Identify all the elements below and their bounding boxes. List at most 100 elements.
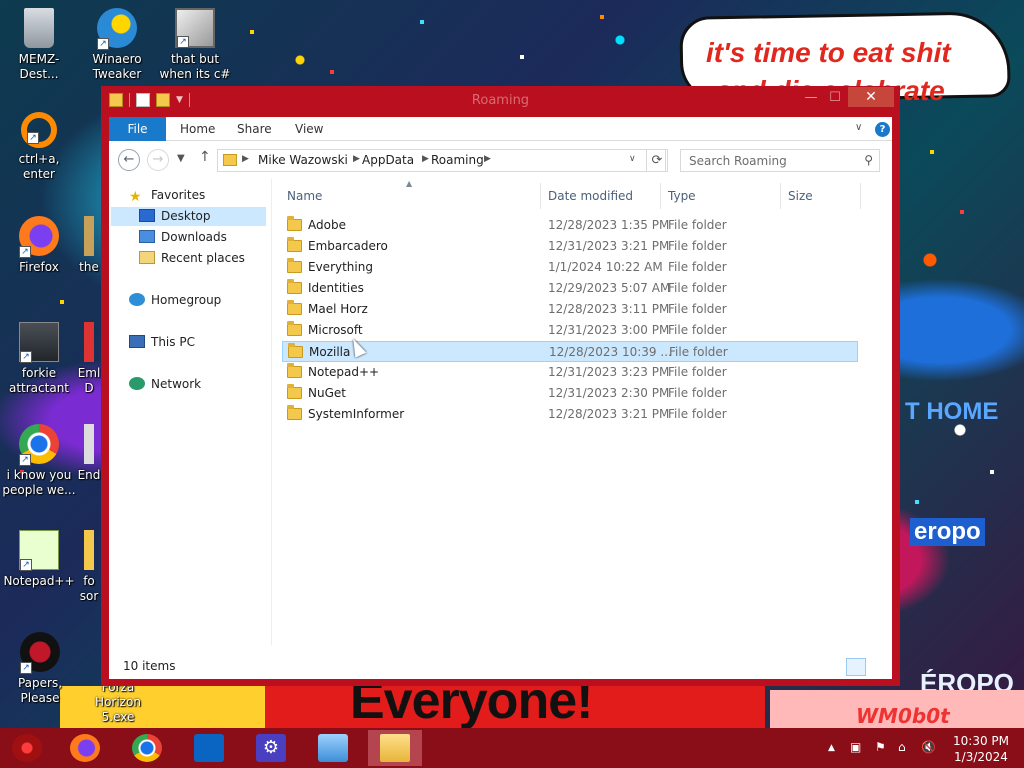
desktop-icon-label: forkie attractant bbox=[8, 366, 70, 395]
computer-icon bbox=[129, 335, 145, 348]
desktop-icon-forkie[interactable]: ↗ forkie attractant bbox=[1, 322, 77, 396]
file-row-selected[interactable]: Mozilla 12/28/2023 10:39 ... File folder bbox=[282, 341, 858, 362]
breadcrumb-mike-wazowski[interactable]: Mike Wazowski bbox=[258, 153, 348, 167]
nav-label: Downloads bbox=[161, 230, 227, 244]
address-dropdown-icon[interactable]: ∨ bbox=[629, 154, 636, 164]
show-hidden-icons[interactable]: ▲ bbox=[828, 743, 835, 753]
taskbar-settings[interactable]: ⚙ bbox=[244, 730, 298, 766]
search-box[interactable]: Search Roaming ⚲ bbox=[680, 149, 880, 172]
settings-icon: ⚙ bbox=[256, 734, 286, 762]
recent-locations-icon[interactable]: ▼ bbox=[177, 153, 185, 164]
system-clock[interactable]: 10:30 PM 1/3/2024 bbox=[950, 733, 1012, 765]
help-button[interactable]: ? bbox=[875, 122, 890, 137]
desktop-icon-forza[interactable]: Forza Horizon 5.exe bbox=[78, 680, 158, 725]
nav-network[interactable]: Network bbox=[129, 375, 201, 394]
desktop-icon-label: Firefox bbox=[19, 260, 59, 274]
desktop-icon-winaero[interactable]: ↗ Winaero Tweaker bbox=[79, 8, 155, 82]
file-row[interactable]: SystemInformer 12/28/2023 3:21 PM File f… bbox=[282, 404, 858, 425]
folder-icon bbox=[287, 216, 302, 231]
refresh-button[interactable]: ⟳ bbox=[646, 149, 668, 172]
column-header-size[interactable]: Size bbox=[788, 189, 813, 203]
nav-desktop[interactable]: Desktop bbox=[139, 207, 211, 226]
maximize-button[interactable]: ☐ bbox=[823, 88, 847, 108]
tab-file[interactable]: File bbox=[109, 117, 166, 141]
file-row[interactable]: NuGet 12/31/2023 2:30 PM File folder bbox=[282, 383, 858, 404]
column-separator[interactable] bbox=[540, 183, 541, 209]
nav-this-pc[interactable]: This PC bbox=[129, 333, 195, 352]
chevron-right-icon: ▶ bbox=[353, 154, 360, 164]
flag-icon[interactable]: ⚑ bbox=[875, 740, 886, 754]
title-bar[interactable]: ▼ Roaming — ☐ ✕ bbox=[101, 86, 900, 116]
desktop-icon-chrome[interactable]: ↗ i know you people we... bbox=[1, 424, 77, 498]
column-separator[interactable] bbox=[780, 183, 781, 209]
volume-muted-icon[interactable]: 🔇 bbox=[921, 740, 936, 754]
firefox-icon bbox=[70, 734, 100, 762]
file-row[interactable]: Adobe 12/28/2023 1:35 PM File folder bbox=[282, 215, 858, 236]
taskbar-file-explorer[interactable] bbox=[368, 730, 422, 766]
start-button[interactable] bbox=[0, 730, 54, 766]
winaero-icon: ↗ bbox=[97, 8, 137, 50]
file-row[interactable]: Mael Horz 12/28/2023 3:11 PM File folder bbox=[282, 299, 858, 320]
desktop-icon-ctrl-a[interactable]: ↗ ctrl+a, enter bbox=[1, 112, 77, 182]
desktop-icon-partial-4[interactable]: fo sor bbox=[74, 530, 104, 604]
nav-homegroup[interactable]: Homegroup bbox=[129, 291, 221, 310]
column-header-name[interactable]: Name bbox=[287, 189, 322, 203]
taskbar-chrome[interactable] bbox=[120, 730, 174, 766]
file-type: File folder bbox=[668, 323, 727, 337]
chrome-icon bbox=[132, 734, 162, 762]
up-button[interactable]: ↑ bbox=[199, 149, 211, 165]
desktop-icon-csharp[interactable]: ↗ that but when its c# bbox=[157, 8, 233, 82]
file-date: 12/28/2023 3:21 PM bbox=[548, 407, 670, 421]
desktop-icon-notepadpp[interactable]: ↗ Notepad++ bbox=[1, 530, 77, 589]
folder-icon bbox=[287, 321, 302, 336]
partial-icon bbox=[84, 322, 94, 362]
column-header-type[interactable]: Type bbox=[668, 189, 696, 203]
nav-label: Recent places bbox=[161, 251, 245, 265]
nav-downloads[interactable]: Downloads bbox=[139, 228, 227, 247]
partial-icon bbox=[84, 424, 94, 464]
forward-button[interactable]: → bbox=[147, 149, 169, 171]
back-button[interactable]: ← bbox=[118, 149, 140, 171]
search-input[interactable]: Search Roaming bbox=[689, 154, 787, 168]
details-view-icon[interactable] bbox=[846, 658, 866, 676]
minimize-button[interactable]: — bbox=[799, 88, 823, 108]
network-status-icon[interactable]: ⌂ bbox=[898, 740, 906, 754]
file-row[interactable]: Identities 12/29/2023 5:07 AM File folde… bbox=[282, 278, 858, 299]
ribbon-expand-icon[interactable]: ∨ bbox=[855, 122, 862, 133]
tab-share[interactable]: Share bbox=[223, 117, 286, 141]
breadcrumb-roaming[interactable]: Roaming bbox=[431, 153, 484, 167]
desktop-icon-partial-2[interactable]: Eml D bbox=[74, 322, 104, 396]
large-icons-view-icon[interactable] bbox=[868, 658, 888, 676]
navigation-bar: ← → ▼ ↑ ▶ Mike Wazowski ▶ AppData ▶ Roam… bbox=[109, 142, 892, 178]
nav-recent-places[interactable]: Recent places bbox=[139, 249, 245, 268]
tab-home[interactable]: Home bbox=[166, 117, 229, 141]
file-row[interactable]: Notepad++ 12/31/2023 3:23 PM File folder bbox=[282, 362, 858, 383]
file-row[interactable]: Microsoft 12/31/2023 3:00 PM File folder bbox=[282, 320, 858, 341]
notepadpp-icon: ↗ bbox=[19, 530, 59, 571]
desktop-icon-label: MEMZ-Dest... bbox=[18, 52, 60, 81]
action-center-icon[interactable]: ▣ bbox=[850, 740, 861, 754]
column-header-date-modified[interactable]: Date modified bbox=[548, 189, 633, 203]
downloads-icon bbox=[139, 230, 155, 243]
status-bar: 10 items bbox=[109, 655, 892, 679]
column-separator[interactable] bbox=[660, 183, 661, 209]
taskbar-control-panel[interactable] bbox=[306, 730, 360, 766]
address-bar[interactable]: ▶ Mike Wazowski ▶ AppData ▶ Roaming ▶ ∨ bbox=[217, 149, 666, 172]
desktop-icon-partial-3[interactable]: End bbox=[74, 424, 104, 483]
chevron-right-icon: ▶ bbox=[422, 154, 429, 164]
desktop-icon-papers-please[interactable]: ↗ Papers, Please bbox=[0, 632, 80, 706]
desktop-icon-memz[interactable]: MEMZ-Dest... bbox=[1, 8, 77, 82]
search-icon[interactable]: ⚲ bbox=[864, 153, 873, 167]
column-separator[interactable] bbox=[860, 183, 861, 209]
taskbar-outlook[interactable] bbox=[182, 730, 236, 766]
tab-view[interactable]: View bbox=[281, 117, 337, 141]
desktop-icon-partial-1[interactable]: the bbox=[74, 216, 104, 275]
file-row[interactable]: Embarcadero 12/31/2023 3:21 PM File fold… bbox=[282, 236, 858, 257]
nav-favorites[interactable]: ★ Favorites bbox=[129, 186, 205, 205]
file-row[interactable]: Everything 1/1/2024 10:22 AM File folder bbox=[282, 257, 858, 278]
chrome-icon: ↗ bbox=[19, 424, 59, 466]
close-button[interactable]: ✕ bbox=[848, 87, 894, 107]
taskbar-firefox[interactable] bbox=[58, 730, 112, 766]
breadcrumb-appdata[interactable]: AppData bbox=[362, 153, 414, 167]
desktop-icon-firefox[interactable]: ↗ Firefox bbox=[1, 216, 77, 275]
